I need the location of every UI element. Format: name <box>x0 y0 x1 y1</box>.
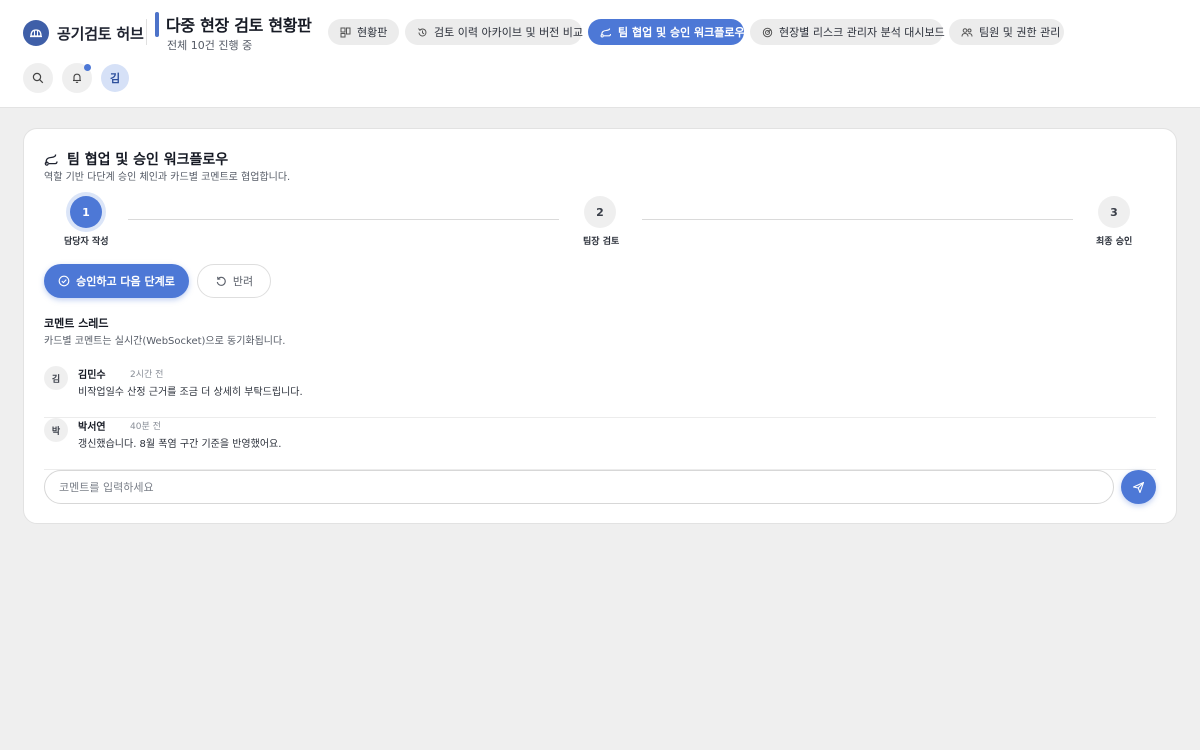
tab-label: 현장별 리스크 관리자 분석 대시보드 <box>779 26 945 39</box>
step-1-label: 담당자 작성 <box>64 237 109 247</box>
tab-team-permissions[interactable]: 팀원 및 권한 관리 <box>949 19 1064 45</box>
tab-label: 팀 협업 및 승인 워크플로우 <box>618 26 745 39</box>
comment-author: 김민수 <box>78 370 106 381</box>
tab-history[interactable]: 검토 이력 아카이브 및 버전 비교 <box>405 19 584 45</box>
tab-risk-dashboard[interactable]: 현장별 리스크 관리자 분석 대시보드 <box>750 19 945 45</box>
workflow-icon <box>600 27 612 38</box>
header-tools: 김 <box>23 63 129 93</box>
history-icon <box>418 27 427 36</box>
comment-avatar: 박 <box>44 418 68 442</box>
comment-input[interactable] <box>44 470 1114 504</box>
reject-label: 반려 <box>232 275 254 288</box>
tab-label: 검토 이력 아카이브 및 버전 비교 <box>434 26 584 39</box>
step-2-label: 팀장 검토 <box>583 237 620 247</box>
comment-thread-description: 카드별 코멘트는 실시간(WebSocket)으로 동기화됩니다. <box>44 336 286 347</box>
approve-label: 승인하고 다음 단계로 <box>76 275 175 288</box>
undo-icon <box>216 276 226 286</box>
page-title: 다중 현장 검토 현황판 <box>166 16 312 35</box>
send-icon <box>1132 481 1145 493</box>
workflow-icon <box>44 153 58 166</box>
notifications-button[interactable] <box>62 63 92 93</box>
comment-time: 40분 전 <box>130 422 161 432</box>
card-description: 역할 기반 다단계 승인 체인과 카드별 코멘트로 협업합니다. <box>44 172 291 183</box>
comment-time: 2시간 전 <box>130 370 164 380</box>
step-1-circle: 1 <box>70 196 102 228</box>
comment-thread-title: 코멘트 스레드 <box>44 317 109 330</box>
comment-text: 비작업일수 산정 근거를 조금 더 상세히 부탁드립니다. <box>78 387 303 398</box>
hardhat-icon <box>23 20 49 46</box>
tab-workflow[interactable]: 팀 협업 및 승인 워크플로우 <box>588 19 745 45</box>
header-divider <box>146 19 147 45</box>
dashboard-icon <box>340 27 351 37</box>
card-title-text: 팀 협업 및 승인 워크플로우 <box>67 152 229 168</box>
search-button[interactable] <box>23 63 53 93</box>
team-icon <box>961 27 973 37</box>
page-subtitle: 전체 10건 진행 중 <box>167 39 253 52</box>
comment-item: 김 김민수 2시간 전 비작업일수 산정 근거를 조금 더 상세히 부탁드립니다… <box>44 366 1156 418</box>
step-connector <box>642 219 1073 220</box>
comment-author: 박서연 <box>78 422 106 433</box>
user-avatar[interactable]: 김 <box>101 64 129 92</box>
send-comment-button[interactable] <box>1121 470 1156 504</box>
search-icon <box>32 72 44 84</box>
comment-text: 갱신했습니다. 8월 폭염 구간 기준을 반영했어요. <box>78 439 282 450</box>
tab-dashboard[interactable]: 현황판 <box>328 19 399 45</box>
title-accent-bar <box>155 12 159 37</box>
main-nav: 현황판 검토 이력 아카이브 및 버전 비교 팀 협업 및 승인 워크플로우 현… <box>328 19 1064 45</box>
step-3-circle: 3 <box>1098 196 1130 228</box>
workflow-card: 팀 협업 및 승인 워크플로우 역할 기반 다단계 승인 체인과 카드별 코멘트… <box>23 128 1177 524</box>
notification-dot <box>84 64 91 71</box>
tab-label: 팀원 및 권한 관리 <box>979 26 1061 39</box>
comment-avatar: 김 <box>44 366 68 390</box>
step-3-label: 최종 승인 <box>1096 237 1133 247</box>
step-connector <box>128 219 559 220</box>
comment-item: 박 박서연 40분 전 갱신했습니다. 8월 폭염 구간 기준을 반영했어요. <box>44 418 1156 470</box>
bell-icon <box>73 73 81 83</box>
app-name: 공기검토 허브 <box>57 24 144 43</box>
card-title: 팀 협업 및 승인 워크플로우 <box>44 149 228 169</box>
radar-icon <box>762 27 773 37</box>
app-header: 공기검토 허브 다중 현장 검토 현황판 전체 10건 진행 중 현황판 검토 … <box>0 0 1200 108</box>
tab-label: 현황판 <box>357 26 388 39</box>
brand[interactable]: 공기검토 허브 <box>23 20 144 46</box>
reject-button[interactable]: 반려 <box>197 264 271 298</box>
check-circle-icon <box>58 275 70 287</box>
step-2-circle: 2 <box>584 196 616 228</box>
approve-next-button[interactable]: 승인하고 다음 단계로 <box>44 264 189 298</box>
